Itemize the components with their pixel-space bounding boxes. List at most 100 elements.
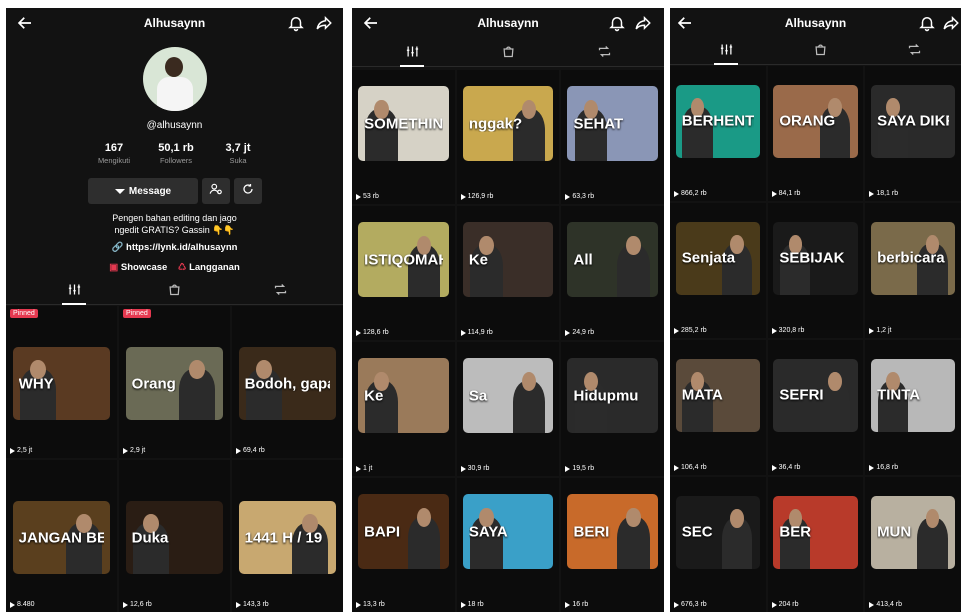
video-caption: BERI (573, 524, 610, 540)
subscription-link[interactable]: ♺ Langganan (178, 262, 240, 273)
video-tile[interactable]: SEHAT 63,3 rb (561, 70, 664, 204)
video-grid-panel-2: Alhusaynn SOMETHING 53 rb nggak? 126,9 rb SE… (352, 8, 664, 612)
tab-videos[interactable] (392, 44, 432, 67)
video-thumbnail: Orang (125, 347, 224, 420)
stat-likes[interactable]: 3,7 jt Suka (208, 142, 268, 165)
play-icon (771, 190, 777, 197)
tab-reposts[interactable] (894, 42, 934, 62)
view-count: 1,2 jt (869, 327, 892, 334)
tab-shop[interactable] (154, 282, 194, 302)
stat-following[interactable]: 167 Mengikuti (84, 142, 144, 165)
video-tile[interactable]: Hidupmu 19,5 rb (561, 342, 664, 476)
video-tile[interactable]: Senjata 285,2 rb (670, 203, 766, 338)
video-thumbnail: SEBIJAK (773, 221, 858, 295)
video-tile[interactable]: SAYA 18 rb (456, 478, 560, 612)
play-icon (123, 447, 128, 454)
video-tile[interactable]: Duka 12,6 rb (119, 460, 230, 612)
video-thumbnail: MATA (675, 358, 760, 432)
tab-shop[interactable] (488, 44, 528, 64)
shopping-bag-icon (167, 282, 182, 302)
video-tile[interactable]: BERI 16 rb (561, 478, 664, 612)
grid-icon (719, 42, 734, 62)
shopping-bag-icon (813, 42, 828, 62)
video-tile[interactable]: All 24,9 rb (561, 206, 664, 340)
play-icon (771, 327, 777, 334)
share-icon[interactable] (315, 14, 333, 32)
view-count-text: 53 rb (363, 193, 379, 200)
video-tile[interactable]: Sa 30,9 rb (456, 342, 560, 476)
video-thumbnail: Senjata (675, 221, 760, 295)
video-tile[interactable]: berbicara 1,2 jt (865, 203, 961, 338)
play-icon (869, 327, 875, 334)
play-icon (869, 464, 875, 471)
view-count: 126,9 rb (460, 193, 494, 200)
video-tile[interactable]: BAPI 13,3 rb (352, 478, 455, 612)
add-friend-button[interactable] (202, 178, 230, 204)
view-count-text: 126,9 rb (467, 193, 494, 200)
username: @alhusaynn (146, 120, 203, 131)
send-icon (114, 188, 125, 194)
video-tile[interactable]: Pinned WHY 2,5 jt (6, 306, 117, 458)
video-tile[interactable]: SAYA DIKRITIK 18,1 rb (865, 66, 961, 201)
view-count: 19,5 rb (565, 465, 594, 472)
play-icon (771, 601, 777, 608)
share-icon[interactable] (634, 14, 652, 32)
tab-shop[interactable] (800, 42, 840, 62)
video-tile[interactable]: SEC 676,3 rb (670, 477, 766, 612)
showcase-link[interactable]: ▣ Showcase (109, 262, 167, 273)
video-tile[interactable]: Pinned Orang 2,9 jt (119, 306, 230, 458)
video-tile[interactable]: ISTIQOMAH 128,6 rb (352, 206, 455, 340)
play-icon (460, 601, 466, 608)
message-label: Message (128, 185, 172, 197)
view-count: 320,8 rb (771, 327, 804, 334)
video-tile[interactable]: SEBIJAK 320,8 rb (767, 203, 864, 338)
video-tile[interactable]: Bodoh, gapapa 69,4 rb (232, 306, 343, 458)
content-tabs (670, 38, 961, 65)
video-thumbnail: TINTA (871, 358, 956, 432)
bell-icon[interactable] (608, 14, 626, 32)
repost-icon (907, 42, 922, 62)
stat-followers[interactable]: 50,1 rb Followers (146, 142, 206, 165)
pinned-badge: Pinned (123, 309, 151, 318)
tab-videos[interactable] (706, 42, 746, 65)
bio: Pengen bahan editing dan jago ngedit GRA… (6, 212, 343, 236)
view-count-text: 1,2 jt (876, 327, 892, 334)
view-count: 63,3 rb (565, 193, 594, 200)
bell-icon[interactable] (918, 14, 936, 32)
view-count-text: 13,3 rb (363, 601, 385, 608)
view-count-text: 30,9 rb (467, 465, 490, 472)
view-count: 128,6 rb (356, 329, 389, 336)
video-caption: Hidupmu (573, 388, 639, 404)
video-tile[interactable]: SEFRI 36,4 rb (767, 340, 864, 475)
play-icon (356, 465, 361, 472)
avatar[interactable] (143, 47, 207, 111)
video-thumbnail: SAYA (462, 494, 554, 570)
tab-reposts[interactable] (584, 44, 624, 64)
video-tile[interactable]: nggak? 126,9 rb (456, 70, 560, 204)
video-tile[interactable]: BERHENTILAH 866,2 rb (670, 66, 766, 201)
refresh-button[interactable] (234, 178, 262, 204)
bell-icon[interactable] (287, 14, 305, 32)
tab-videos[interactable] (54, 282, 94, 305)
video-tile[interactable]: BER 204 rb (767, 477, 864, 612)
video-tile[interactable]: TINTA 16,8 rb (865, 340, 961, 475)
video-tile[interactable]: MUN 413,4 rb (865, 477, 961, 612)
video-tile[interactable]: JANGAN BERDUKA CITA KETIKA 8.480 (6, 460, 117, 612)
message-button[interactable]: Message (88, 178, 198, 204)
video-tile[interactable]: 1441 H / 19 143,3 rb (232, 460, 343, 612)
view-count: 69,4 rb (236, 447, 265, 454)
profile-link[interactable]: 🔗 https://lynk.id/alhusaynn (6, 242, 343, 253)
tab-reposts[interactable] (260, 282, 300, 302)
video-tile[interactable]: MATA 106,4 rb (670, 340, 766, 475)
share-icon[interactable] (942, 14, 960, 32)
view-count: 36,4 rb (771, 464, 800, 471)
video-caption: MUN (877, 524, 912, 540)
video-tile[interactable]: SOMETHING 53 rb (352, 70, 455, 204)
video-tile[interactable]: Ke 1 jt (352, 342, 455, 476)
video-thumbnail: All (567, 222, 658, 298)
view-count-text: 19,5 rb (572, 465, 595, 472)
video-caption: WHY (18, 376, 54, 391)
view-count: 2,9 jt (123, 447, 145, 454)
video-tile[interactable]: ORANG 84,1 rb (767, 66, 864, 201)
video-tile[interactable]: Ke 114,9 rb (456, 206, 560, 340)
